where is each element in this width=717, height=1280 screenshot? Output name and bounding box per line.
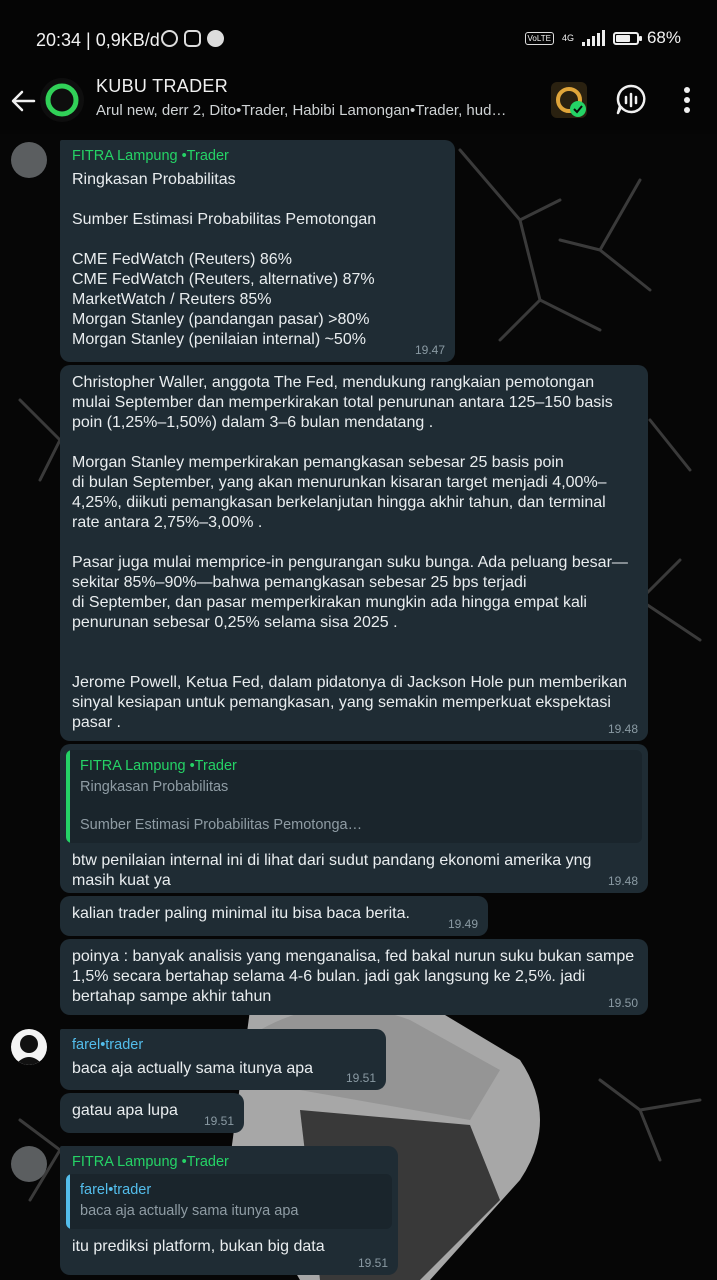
whatsapp-notification-icon [161, 30, 178, 47]
community-icon[interactable] [549, 80, 589, 120]
sender-avatar-fitra[interactable] [11, 1146, 47, 1182]
message-text: Christopher Waller, anggota The Fed, men… [72, 374, 628, 731]
quoted-sender: farel•trader [80, 1182, 152, 1198]
system-indicators: VoLTE 4G 68% [524, 28, 681, 48]
quoted-sender: FITRA Lampung •Trader [80, 758, 237, 774]
app-notification-icon [207, 30, 224, 47]
message-bubble[interactable]: farel•trader baca aja actually sama itun… [60, 1029, 386, 1090]
network-type: 4G [561, 33, 574, 43]
message-time: 19.50 [607, 996, 638, 1010]
quoted-message[interactable]: farel•trader baca aja actually sama itun… [66, 1174, 392, 1229]
quoted-message[interactable]: FITRA Lampung •Trader Ringkasan Probabil… [66, 750, 642, 843]
voice-chat-icon[interactable] [611, 80, 651, 120]
signal-icon [581, 30, 605, 46]
instagram-notification-icon [184, 30, 201, 47]
message-time: 19.51 [345, 1071, 376, 1085]
message-time: 19.48 [607, 722, 638, 736]
group-members[interactable]: Arul new, derr 2, Dito•Trader, Habibi La… [96, 102, 536, 119]
sender-avatar-farel[interactable] [11, 1029, 47, 1065]
message-time: 19.49 [447, 917, 478, 931]
message-bubble[interactable]: poinya : banyak analisis yang menganalis… [60, 939, 648, 1015]
message-text: itu prediksi platform, bukan big data [72, 1238, 325, 1255]
quoted-text: Ringkasan Probabilitas Sumber Estimasi P… [80, 779, 363, 833]
status-time: 20:34 | 0,9KB/d [36, 30, 160, 50]
group-avatar[interactable] [40, 78, 84, 122]
message-bubble[interactable]: FITRA Lampung •Trader farel•trader baca … [60, 1146, 398, 1275]
message-text: baca aja actually sama itunya apa [72, 1060, 314, 1077]
message-bubble[interactable]: kalian trader paling minimal itu bisa ba… [60, 896, 488, 936]
message-sender[interactable]: farel•trader [72, 1037, 374, 1053]
battery-icon [612, 31, 642, 45]
sender-avatar-fitra[interactable] [11, 142, 47, 178]
message-text: Ringkasan Probabilitas Sumber Estimasi P… [72, 171, 377, 348]
message-time: 19.51 [203, 1114, 234, 1128]
message-text: poinya : banyak analisis yang menganalis… [72, 948, 635, 1005]
notification-icons [161, 30, 224, 47]
avatar-silhouette-icon [15, 1035, 43, 1065]
group-title[interactable]: KUBU TRADER [96, 76, 228, 97]
message-bubble[interactable]: Christopher Waller, anggota The Fed, men… [60, 365, 648, 741]
volte-icon: VoLTE [524, 31, 554, 45]
back-arrow-icon[interactable] [8, 86, 38, 116]
battery-percent: 68% [646, 28, 681, 47]
message-text: btw penilaian internal ini di lihat dari… [72, 852, 592, 889]
message-bubble[interactable]: FITRA Lampung •Trader Ringkasan Probabil… [60, 140, 455, 362]
chat-header: KUBU TRADER Arul new, derr 2, Dito•Trade… [0, 70, 717, 134]
status-bar: 20:34 | 0,9KB/d VoLTE 4G 68% [0, 0, 717, 80]
message-time: 19.51 [357, 1256, 388, 1270]
quoted-text: baca aja actually sama itunya apa [80, 1203, 299, 1219]
message-text: kalian trader paling minimal itu bisa ba… [72, 905, 410, 922]
message-time: 19.47 [414, 343, 445, 357]
message-sender[interactable]: FITRA Lampung •Trader [72, 1154, 386, 1170]
message-sender[interactable]: FITRA Lampung •Trader [72, 148, 443, 164]
message-bubble[interactable]: gatau apa lupa 19.51 [60, 1093, 244, 1133]
message-bubble[interactable]: FITRA Lampung •Trader Ringkasan Probabil… [60, 744, 648, 893]
message-time: 19.48 [607, 874, 638, 888]
more-options-icon[interactable] [667, 80, 707, 120]
